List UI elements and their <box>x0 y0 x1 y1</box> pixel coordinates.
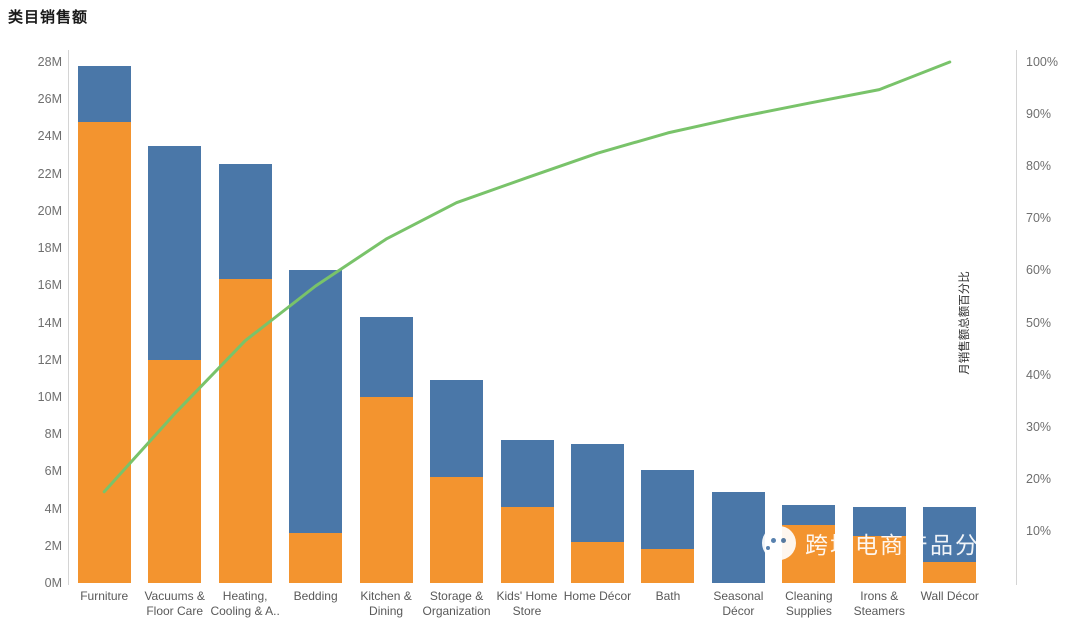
page-title: 类目销售额 <box>8 6 88 27</box>
y2-tick-label: 80% <box>1026 159 1051 173</box>
y2-tick-label: 30% <box>1026 420 1051 434</box>
bar-column[interactable] <box>289 62 342 583</box>
bar-segment-bottom[interactable] <box>782 525 835 583</box>
bar-segment-bottom[interactable] <box>641 549 694 583</box>
y-tick-label: 18M <box>38 241 62 255</box>
bar-segment-top[interactable] <box>219 164 272 278</box>
right-axis-spine <box>1016 50 1017 585</box>
bar-segment-bottom[interactable] <box>289 533 342 583</box>
bar-segment-top[interactable] <box>501 440 554 507</box>
bar-column[interactable] <box>571 62 624 583</box>
y-tick-label: 12M <box>38 353 62 367</box>
y-tick-label: 20M <box>38 204 62 218</box>
y2-tick-label: 100% <box>1026 55 1058 69</box>
bar-segment-top[interactable] <box>289 270 342 532</box>
y2-tick-label: 50% <box>1026 316 1051 330</box>
y-tick-label: 4M <box>45 502 62 516</box>
bar-segment-top[interactable] <box>78 66 131 122</box>
y2-tick-label: 20% <box>1026 472 1051 486</box>
bar-segment-bottom[interactable] <box>430 477 483 583</box>
y-tick-label: 6M <box>45 464 62 478</box>
bar-segment-top[interactable] <box>712 492 765 583</box>
plot-area: 月销售额 月销售额总额百分比 <box>69 62 985 583</box>
bar-column[interactable] <box>641 62 694 583</box>
y-tick-label: 8M <box>45 427 62 441</box>
y2-tick-label: 40% <box>1026 368 1051 382</box>
bar-segment-top[interactable] <box>853 507 906 537</box>
bar-segment-bottom[interactable] <box>571 542 624 583</box>
y-tick-label: 10M <box>38 390 62 404</box>
y-tick-label: 26M <box>38 92 62 106</box>
bar-column[interactable] <box>148 62 201 583</box>
bar-segment-top[interactable] <box>782 505 835 525</box>
y-tick-label: 2M <box>45 539 62 553</box>
bar-segment-bottom[interactable] <box>78 122 131 583</box>
y2-tick-label: 70% <box>1026 211 1051 225</box>
bar-column[interactable] <box>219 62 272 583</box>
bar-segment-top[interactable] <box>923 507 976 562</box>
bar-segment-top[interactable] <box>430 380 483 477</box>
bar-segment-top[interactable] <box>360 317 413 397</box>
bar-segment-bottom[interactable] <box>360 397 413 583</box>
bar-segment-bottom[interactable] <box>501 507 554 583</box>
bar-column[interactable] <box>501 62 554 583</box>
bar-segment-bottom[interactable] <box>923 562 976 583</box>
y-tick-label: 28M <box>38 55 62 69</box>
y-tick-label: 16M <box>38 278 62 292</box>
bar-segment-bottom[interactable] <box>853 536 906 583</box>
bar-segment-top[interactable] <box>571 444 624 542</box>
y-tick-label: 24M <box>38 129 62 143</box>
pareto-chart: 类目销售额 28M 26M 24M 22M 20M 18M 16M 14M 12M 10M 8M 6M… <box>0 0 1080 627</box>
y2-tick-label: 60% <box>1026 263 1051 277</box>
bar-column[interactable] <box>782 62 835 583</box>
bar-segment-bottom[interactable] <box>219 279 272 583</box>
y-tick-label: 14M <box>38 316 62 330</box>
y2-tick-label: 90% <box>1026 107 1051 121</box>
bar-segment-bottom[interactable] <box>148 360 201 583</box>
bar-column[interactable] <box>430 62 483 583</box>
y2-tick-label: 10% <box>1026 524 1051 538</box>
bar-column[interactable] <box>78 62 131 583</box>
bar-column[interactable] <box>360 62 413 583</box>
bar-column[interactable] <box>853 62 906 583</box>
y-tick-label: 0M <box>45 576 62 590</box>
bar-column[interactable] <box>712 62 765 583</box>
x-tick-label[interactable]: Wall Décor <box>909 589 991 604</box>
bar-segment-top[interactable] <box>641 470 694 549</box>
y-tick-label: 22M <box>38 167 62 181</box>
bar-segment-top[interactable] <box>148 146 201 360</box>
bar-column[interactable] <box>923 62 976 583</box>
